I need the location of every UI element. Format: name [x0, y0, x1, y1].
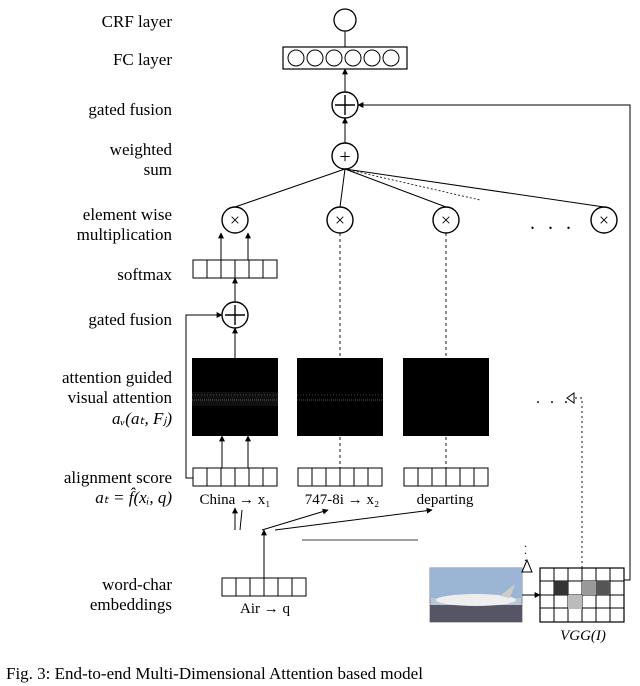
mult-op-4: ×	[591, 207, 617, 233]
alignment-vector-1	[193, 468, 277, 486]
gated-fusion-mid-op	[222, 302, 248, 328]
svg-text:×: ×	[441, 210, 451, 230]
gated-fusion-top-op	[332, 92, 358, 118]
bypass-path-top	[358, 105, 630, 580]
svg-text:×: ×	[599, 210, 609, 230]
softmax-vector	[193, 260, 277, 278]
svg-text:×: ×	[335, 210, 345, 230]
fc-layer-box	[283, 47, 407, 69]
mult-op-2: ×	[327, 207, 353, 233]
attention-map-2	[297, 358, 383, 436]
open-arrow-icon	[522, 560, 532, 572]
attention-map-3	[403, 358, 489, 436]
svg-text:×: ×	[230, 210, 240, 230]
mult-op-1: ×	[222, 207, 248, 233]
vgg-feature-grid	[540, 568, 624, 622]
input-image	[430, 568, 522, 622]
weighted-sum-op: +	[332, 143, 358, 169]
mult-op-3: ×	[433, 207, 459, 233]
diagram-svg: + × × × ×	[0, 0, 640, 686]
q-embedding-vector	[222, 578, 306, 596]
alignment-vector-2	[298, 468, 382, 486]
svg-text:+: +	[339, 146, 350, 168]
attention-map-1	[192, 358, 278, 436]
crf-output-circle	[334, 9, 356, 31]
alignment-vector-3	[404, 468, 488, 486]
